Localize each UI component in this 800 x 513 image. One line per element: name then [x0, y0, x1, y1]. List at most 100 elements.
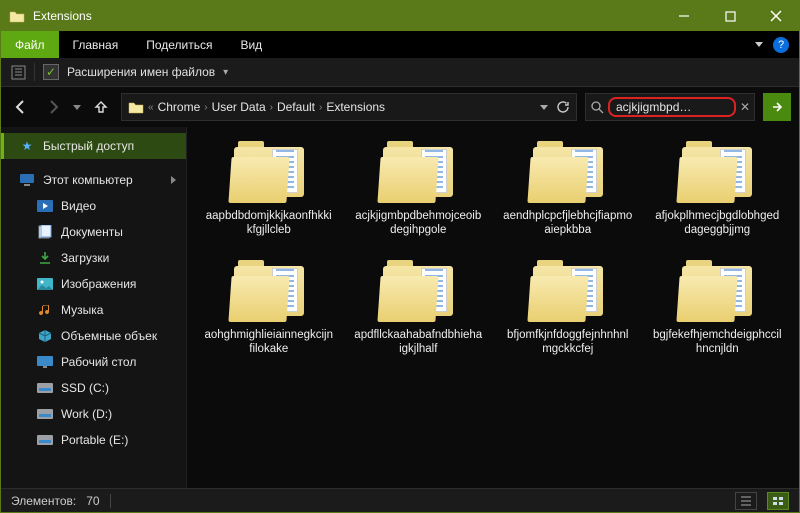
chevron-right-icon: ›	[270, 102, 273, 113]
chevron-right-icon	[171, 176, 176, 184]
menu-home[interactable]: Главная	[59, 31, 133, 58]
address-dropdown-icon[interactable]	[540, 105, 548, 110]
help-button[interactable]: ?	[773, 37, 789, 53]
minimize-button[interactable]	[661, 1, 707, 31]
sidebar-item-downloads[interactable]: Загрузки	[1, 245, 186, 271]
sidebar-item-desktop[interactable]: Рабочий стол	[1, 349, 186, 375]
view-icons-button[interactable]	[767, 492, 789, 510]
sidebar-item-work-d[interactable]: Work (D:)	[1, 401, 186, 427]
breadcrumb[interactable]: User Data	[212, 100, 266, 114]
extensions-checkbox-label: Расширения имен файлов	[67, 65, 215, 79]
more-options-icon[interactable]: ▾	[223, 67, 228, 78]
star-icon: ★	[19, 138, 35, 154]
close-button[interactable]	[753, 1, 799, 31]
folder-item[interactable]: aohghmighlieiainnegkcijnfilokake	[197, 260, 341, 357]
sidebar-item-label: Рабочий стол	[61, 355, 136, 369]
desktop-icon	[37, 354, 53, 370]
folder-icon	[678, 260, 756, 322]
music-icon	[37, 302, 53, 318]
sidebar: ★ Быстрый доступ Этот компьютер Видео До…	[1, 127, 187, 488]
folder-icon	[230, 260, 308, 322]
ribbon-collapse-icon[interactable]	[755, 42, 763, 47]
menu-share[interactable]: Поделиться	[132, 31, 226, 58]
folder-label: apdfllckaahabafndbhiehaigkjlhalf	[353, 328, 483, 357]
sidebar-item-video[interactable]: Видео	[1, 193, 186, 219]
folder-icon	[128, 99, 144, 115]
sidebar-item-ssd-c[interactable]: SSD (C:)	[1, 375, 186, 401]
sidebar-this-pc[interactable]: Этот компьютер	[1, 167, 186, 193]
menu-bar: Файл Главная Поделиться Вид ?	[1, 31, 799, 58]
sidebar-item-label: Быстрый доступ	[43, 139, 134, 153]
sidebar-item-pictures[interactable]: Изображения	[1, 271, 186, 297]
sidebar-item-label: Документы	[61, 225, 123, 239]
folder-item[interactable]: aendhplcpcfjlebhcjfiapmoaiepkbba	[496, 141, 640, 238]
folder-label: aendhplcpcfjlebhcjfiapmoaiepkbba	[503, 209, 633, 238]
folder-label: bfjomfkjnfdoggfejnhnhnlmgckkcfej	[503, 328, 633, 357]
sidebar-item-portable-e[interactable]: Portable (E:)	[1, 427, 186, 453]
folder-icon	[529, 260, 607, 322]
documents-icon	[37, 224, 53, 240]
sidebar-item-music[interactable]: Музыка	[1, 297, 186, 323]
maximize-button[interactable]	[707, 1, 753, 31]
folder-item[interactable]: apdfllckaahabafndbhiehaigkjlhalf	[347, 260, 491, 357]
sidebar-item-label: Portable (E:)	[61, 433, 128, 447]
view-details-button[interactable]	[735, 492, 757, 510]
ribbon: ✓ Расширения имен файлов ▾	[1, 58, 799, 87]
search-icon	[590, 100, 604, 114]
sidebar-item-label: Видео	[61, 199, 96, 213]
clear-search-button[interactable]: ✕	[740, 100, 750, 114]
folder-item[interactable]: acjkjigmbpdbehmojceoibdegihpgole	[347, 141, 491, 238]
drive-icon	[37, 380, 53, 396]
folder-icon	[230, 141, 308, 203]
folder-item[interactable]: bgjfekefhjemchdeigphccilhncnjldn	[646, 260, 790, 357]
breadcrumb[interactable]: Extensions	[326, 100, 385, 114]
sidebar-item-label: SSD (C:)	[61, 381, 109, 395]
show-all-icon[interactable]	[11, 65, 26, 80]
forward-button[interactable]	[41, 93, 65, 121]
search-input[interactable]: acjkjigmbpd…	[608, 97, 736, 117]
folder-item[interactable]: bfjomfkjnfdoggfejnhnhnlmgckkcfej	[496, 260, 640, 357]
menu-file[interactable]: Файл	[1, 31, 59, 58]
item-count-value: 70	[86, 494, 99, 508]
up-button[interactable]	[89, 93, 113, 121]
sidebar-item-label: Объемные объек	[61, 329, 157, 343]
sidebar-item-label: Work (D:)	[61, 407, 112, 421]
folder-icon	[379, 260, 457, 322]
search-go-button[interactable]	[763, 93, 791, 121]
sidebar-item-documents[interactable]: Документы	[1, 219, 186, 245]
sidebar-item-label: Загрузки	[61, 251, 109, 265]
sidebar-item-3d-objects[interactable]: Объемные объек	[1, 323, 186, 349]
pc-icon	[19, 172, 35, 188]
address-bar[interactable]: « Chrome › User Data › Default › Extensi…	[121, 93, 577, 121]
folder-icon	[678, 141, 756, 203]
status-bar: Элементов: 70	[1, 488, 799, 512]
chevron-right-icon: ›	[319, 102, 322, 113]
downloads-icon	[37, 250, 53, 266]
divider	[34, 63, 35, 81]
search-box[interactable]: acjkjigmbpd… ✕	[585, 93, 755, 121]
item-count-label: Элементов:	[11, 494, 76, 508]
breadcrumb[interactable]: Chrome	[158, 100, 201, 114]
breadcrumb[interactable]: Default	[277, 100, 315, 114]
history-dropdown-icon[interactable]	[73, 105, 81, 110]
window-title: Extensions	[33, 9, 92, 23]
drive-icon	[37, 406, 53, 422]
folder-label: acjkjigmbpdbehmojceoibdegihpgole	[353, 209, 483, 238]
refresh-button[interactable]	[556, 100, 570, 114]
folder-label: afjokplhmecjbgdlobhgeddageggbjjmg	[652, 209, 782, 238]
nav-row: « Chrome › User Data › Default › Extensi…	[1, 87, 799, 127]
titlebar: Extensions	[1, 1, 799, 31]
folder-label: aapbdbdomjkkjkaonfhkkikfgjllcleb	[204, 209, 334, 238]
folder-item[interactable]: afjokplhmecjbgdlobhgeddageggbjjmg	[646, 141, 790, 238]
folder-icon	[379, 141, 457, 203]
chevron-left-icon[interactable]: «	[148, 102, 154, 113]
sidebar-quick-access[interactable]: ★ Быстрый доступ	[1, 133, 186, 159]
menu-view[interactable]: Вид	[226, 31, 276, 58]
extensions-checkbox[interactable]: ✓	[43, 64, 59, 80]
sidebar-item-label: Изображения	[61, 277, 136, 291]
folder-label: aohghmighlieiainnegkcijnfilokake	[204, 328, 334, 357]
back-button[interactable]	[9, 93, 33, 121]
sidebar-item-label: Этот компьютер	[43, 173, 133, 187]
divider	[110, 494, 111, 508]
folder-item[interactable]: aapbdbdomjkkjkaonfhkkikfgjllcleb	[197, 141, 341, 238]
